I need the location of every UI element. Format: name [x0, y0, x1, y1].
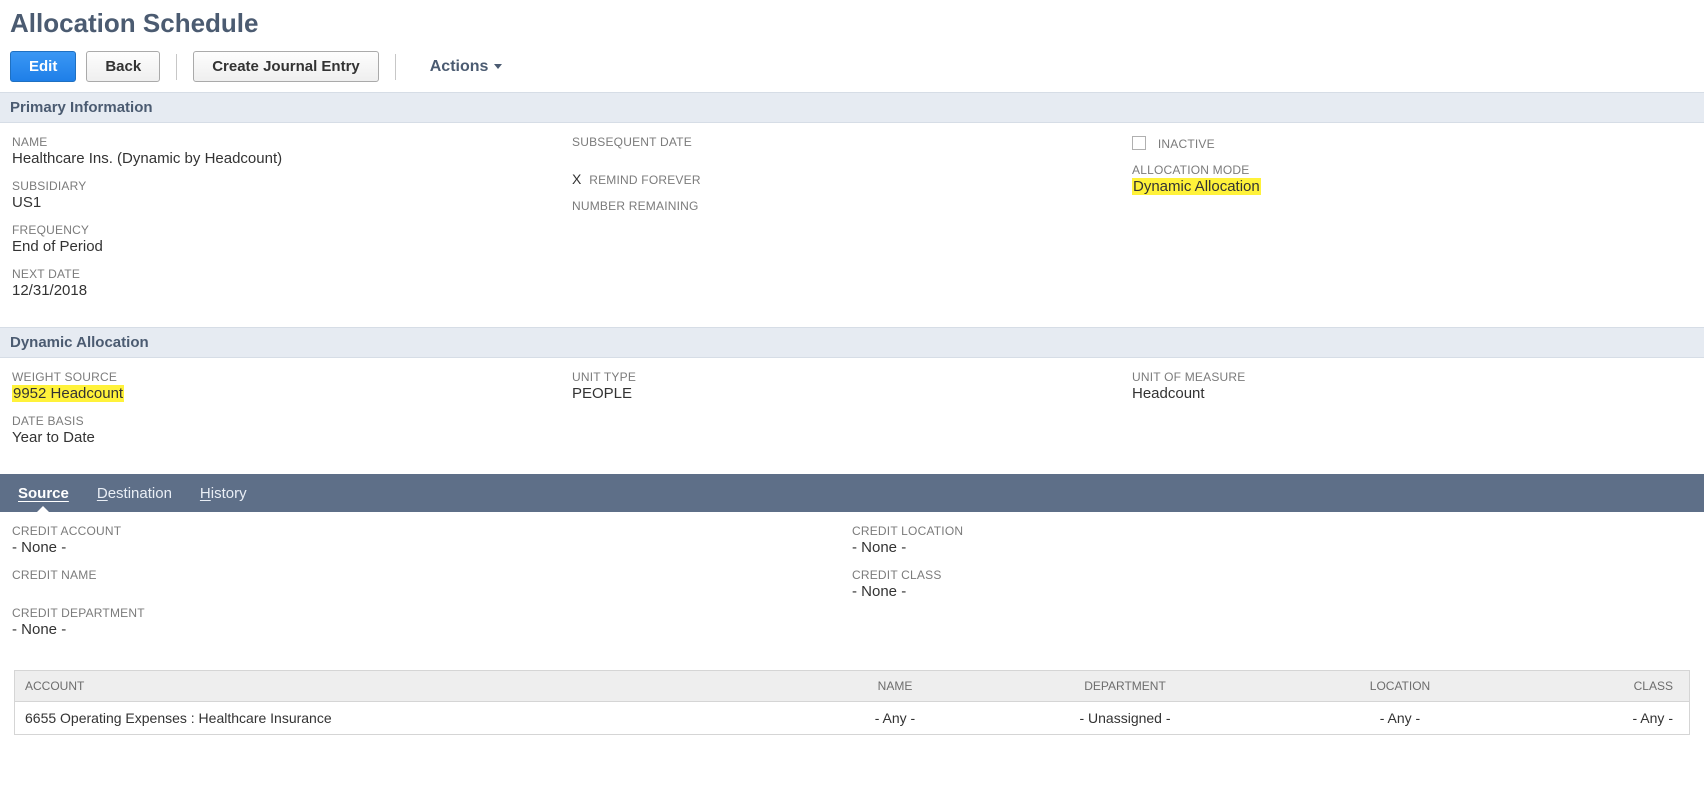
tab-history[interactable]: History — [200, 474, 247, 512]
th-location: LOCATION — [1255, 671, 1545, 701]
chevron-down-icon — [494, 64, 502, 69]
allocation-mode-label: ALLOCATION MODE — [1132, 163, 1692, 177]
unit-type-label: UNIT TYPE — [572, 370, 1132, 384]
name-value: Healthcare Ins. (Dynamic by Headcount) — [12, 150, 572, 167]
next-date-label: NEXT DATE — [12, 267, 572, 281]
credit-location-label: CREDIT LOCATION — [852, 524, 1692, 538]
source-table: ACCOUNT NAME DEPARTMENT LOCATION CLASS 6… — [14, 670, 1690, 735]
credit-department-label: CREDIT DEPARTMENT — [12, 606, 852, 620]
frequency-value: End of Period — [12, 238, 572, 255]
next-date-value: 12/31/2018 — [12, 282, 572, 299]
subsidiary-value: US1 — [12, 194, 572, 211]
tab-label: H — [200, 485, 211, 502]
frequency-label: FREQUENCY — [12, 223, 572, 237]
tabs: Source Destination History — [0, 474, 1704, 512]
edit-button[interactable]: Edit — [10, 51, 76, 82]
subsidiary-label: SUBSIDIARY — [12, 179, 572, 193]
credit-class-label: CREDIT CLASS — [852, 568, 1692, 582]
tab-source[interactable]: Source — [18, 474, 69, 512]
actions-label: Actions — [430, 58, 489, 76]
td-account: 6655 Operating Expenses : Healthcare Ins… — [15, 702, 795, 734]
divider — [176, 54, 177, 80]
unit-type-value: PEOPLE — [572, 385, 1132, 402]
credit-account-label: CREDIT ACCOUNT — [12, 524, 852, 538]
credit-location-value: - None - — [852, 539, 1692, 556]
credit-class-value: - None - — [852, 583, 1692, 600]
uom-value: Headcount — [1132, 385, 1692, 402]
table-header: ACCOUNT NAME DEPARTMENT LOCATION CLASS — [15, 671, 1689, 702]
td-name: - Any - — [795, 702, 995, 734]
back-button[interactable]: Back — [86, 51, 160, 82]
tab-destination[interactable]: Destination — [97, 474, 172, 512]
allocation-mode-value: Dynamic Allocation — [1132, 178, 1261, 195]
th-class: CLASS — [1545, 671, 1689, 701]
th-name: NAME — [795, 671, 995, 701]
subsequent-date-label: SUBSEQUENT DATE — [572, 135, 1132, 149]
weight-source-label: WEIGHT SOURCE — [12, 370, 572, 384]
credit-account-value: - None - — [12, 539, 852, 556]
th-account: ACCOUNT — [15, 671, 795, 701]
page-title: Allocation Schedule — [0, 4, 1704, 51]
tab-label: D — [97, 485, 108, 502]
actions-menu[interactable]: Actions — [412, 58, 503, 76]
date-basis-value: Year to Date — [12, 429, 572, 446]
inactive-label: INACTIVE — [1158, 137, 1215, 151]
weight-source-value: 9952 Headcount — [12, 385, 124, 402]
td-department: - Unassigned - — [995, 702, 1255, 734]
date-basis-label: DATE BASIS — [12, 414, 572, 428]
number-remaining-label: NUMBER REMAINING — [572, 199, 1132, 213]
td-location: - Any - — [1255, 702, 1545, 734]
credit-name-label: CREDIT NAME — [12, 568, 852, 582]
section-header-primary: Primary Information — [0, 92, 1704, 123]
remind-forever-label: REMIND FOREVER — [589, 173, 700, 187]
remind-forever-mark: X — [572, 171, 581, 187]
toolbar: Edit Back Create Journal Entry Actions — [0, 51, 1704, 92]
name-label: NAME — [12, 135, 572, 149]
td-class: - Any - — [1545, 702, 1689, 734]
uom-label: UNIT OF MEASURE — [1132, 370, 1692, 384]
divider — [395, 54, 396, 80]
inactive-checkbox[interactable] — [1132, 136, 1146, 150]
table-row[interactable]: 6655 Operating Expenses : Healthcare Ins… — [15, 702, 1689, 734]
th-department: DEPARTMENT — [995, 671, 1255, 701]
create-journal-entry-button[interactable]: Create Journal Entry — [193, 51, 379, 82]
section-header-dynamic: Dynamic Allocation — [0, 327, 1704, 358]
credit-department-value: - None - — [12, 621, 852, 638]
